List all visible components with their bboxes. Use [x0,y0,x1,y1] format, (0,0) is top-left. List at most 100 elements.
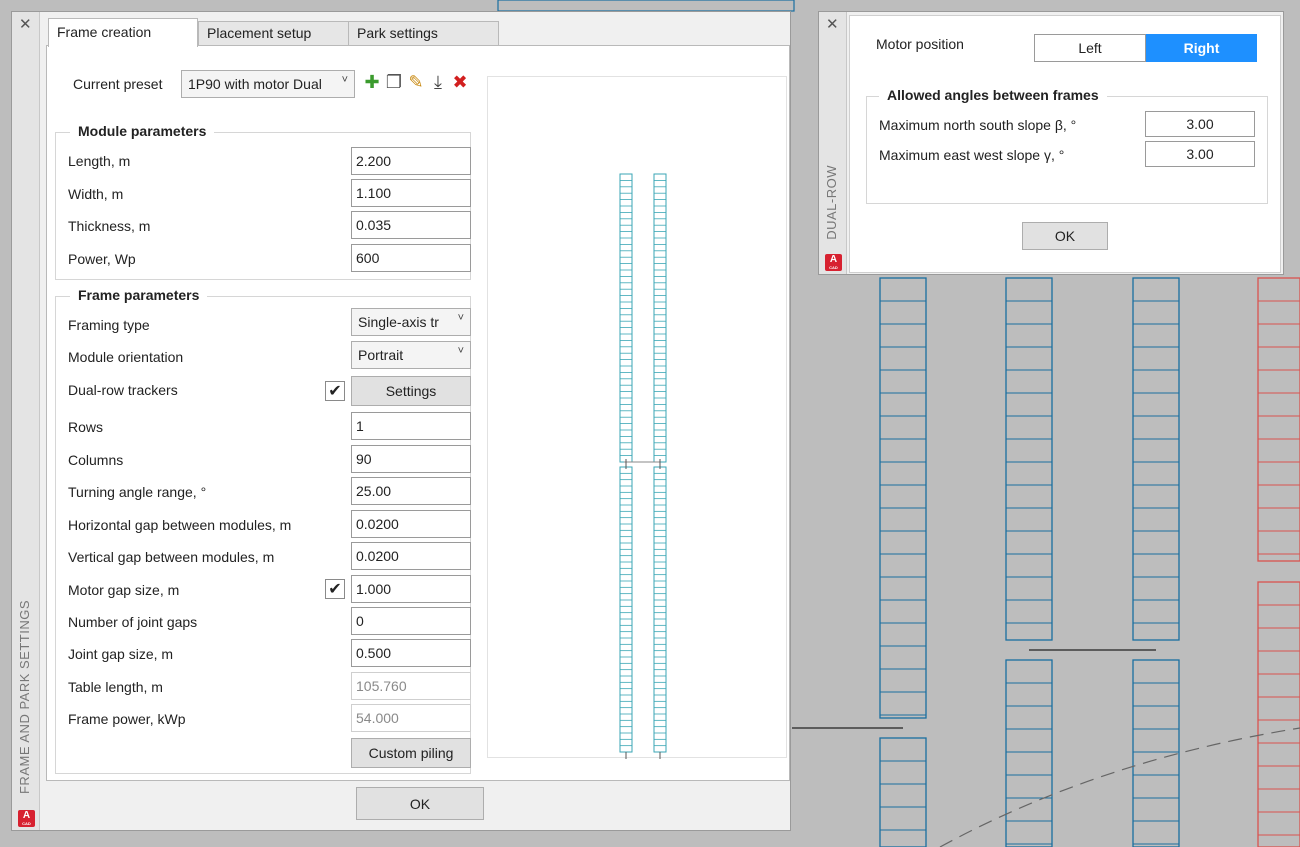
autocad-logo-icon: A CAD [18,810,35,827]
dual-row-palette: ✕ DUAL-ROW A CAD Motor position Left Rig… [818,11,1284,275]
motor-gap-checkbox[interactable]: ✔ [325,579,345,599]
checkmark-icon: ✔ [328,579,342,598]
add-icon[interactable]: ✚ [363,72,381,93]
palette-content: Frame creation Placement setup Park sett… [42,12,790,830]
rows-field[interactable]: 1 [351,412,471,440]
settings-button[interactable]: Settings [351,376,471,406]
motor-position-label: Motor position [876,36,964,52]
frame-parameters-group: Frame parameters Framing type Single-axi… [55,287,471,774]
preview-module-column [653,173,667,463]
module-parameters-title: Module parameters [70,123,215,139]
preview-module-column [653,466,667,753]
turning-angle-label: Turning angle range, ° [68,484,207,500]
tracker-column [1005,659,1053,847]
preview-module-column [619,173,633,463]
tracker-column [1005,277,1053,641]
module-orientation-label: Module orientation [68,349,184,365]
turning-angle-field[interactable]: 25.00 [351,477,471,505]
table-length-label: Table length, m [68,679,163,695]
chevron-down-icon: ˅ [341,74,348,86]
tracker-column [879,737,927,847]
module-orientation-select[interactable]: Portrait ˅ [351,341,471,369]
tracker-column [1132,277,1180,641]
download-icon[interactable]: ⤓ [429,72,447,93]
close-icon[interactable]: ✕ [19,15,32,33]
frame-and-park-settings-palette: ✕ FRAME AND PARK SETTINGS A CAD Frame cr… [11,11,791,831]
tab-frame-creation[interactable]: Frame creation [48,18,198,47]
tracker-column-red [1257,581,1300,847]
module-orientation-value: Portrait [358,347,404,363]
frame-preview-drawing [619,173,667,765]
preset-select[interactable]: 1P90 with motor Dual ˅ [181,70,355,98]
ew-slope-label: Maximum east west slope γ, ° [879,147,1065,163]
framing-type-select[interactable]: Single-axis tr ˅ [351,308,471,336]
allowed-angles-title: Allowed angles between frames [879,87,1107,103]
frame-power-label: Frame power, kWp [68,711,186,727]
table-length-field: 105.760 [351,672,471,700]
columns-field[interactable]: 90 [351,445,471,473]
width-label: Width, m [68,186,124,202]
vertical-gap-label: Vertical gap between modules, m [68,549,275,565]
dual-row-content: Motor position Left Right Allowed angles… [849,15,1281,273]
frame-preview [487,76,787,765]
allowed-angles-group: Allowed angles between frames Maximum no… [866,87,1268,204]
logo-letter: A [22,810,31,821]
frame-creation-panel: Current preset 1P90 with motor Dual ˅ ✚ … [46,45,790,781]
module-parameters-group: Module parameters Length, m 2.200 Width,… [55,123,471,280]
preset-label: Current preset [73,76,163,92]
preview-module-column [619,466,633,753]
preset-toolbar: ✚ ❐ ✎ ⤓ ✖ [363,72,469,93]
tracker-edge [497,0,795,12]
palette-side-strip: ✕ FRAME AND PARK SETTINGS A CAD [12,12,40,830]
framing-type-label: Framing type [68,317,150,333]
custom-piling-button[interactable]: Custom piling [351,738,471,768]
length-field[interactable]: 2.200 [351,147,471,175]
joint-gap-size-label: Joint gap size, m [68,646,174,662]
tab-park-settings[interactable]: Park settings [348,21,499,46]
joint-gap-size-field[interactable]: 0.500 [351,639,471,667]
dual-row-title: DUAL-ROW [824,165,839,240]
ns-slope-label: Maximum north south slope β, ° [879,117,1077,133]
ew-slope-field[interactable]: 3.00 [1145,141,1255,167]
thickness-field[interactable]: 0.035 [351,211,471,239]
preset-value: 1P90 with motor Dual [188,76,322,92]
framing-type-value: Single-axis tr [358,314,439,330]
checkmark-icon: ✔ [328,381,342,400]
chevron-down-icon: ˅ [457,312,464,324]
logo-sub: CAD [829,265,838,270]
delete-icon[interactable]: ✖ [451,72,469,93]
power-field[interactable]: 600 [351,244,471,272]
tab-placement-setup[interactable]: Placement setup [198,21,349,46]
horizontal-gap-field[interactable]: 0.0200 [351,510,471,538]
thickness-label: Thickness, m [68,218,151,234]
boundary-line [939,727,1300,847]
tracker-column-red [1257,277,1300,562]
dual-row-ok-button[interactable]: OK [1022,222,1108,250]
ns-slope-field[interactable]: 3.00 [1145,111,1255,137]
motor-right-button[interactable]: Right [1146,34,1257,62]
logo-sub: CAD [22,821,31,826]
joint-gaps-field[interactable]: 0 [351,607,471,635]
joint-gaps-label: Number of joint gaps [68,614,198,630]
rows-label: Rows [68,419,104,435]
chevron-down-icon: ˅ [457,345,464,357]
motor-left-button[interactable]: Left [1034,34,1146,62]
columns-label: Columns [68,452,124,468]
copy-icon[interactable]: ❐ [385,72,403,93]
close-icon[interactable]: ✕ [826,15,839,33]
horizontal-gap-label: Horizontal gap between modules, m [68,517,292,533]
palette-title: FRAME AND PARK SETTINGS [17,599,32,794]
length-label: Length, m [68,153,131,169]
dual-row-side-strip: ✕ DUAL-ROW A CAD [819,12,847,274]
motor-gap-label: Motor gap size, m [68,582,180,598]
motor-gap-field[interactable]: 1.000 [351,575,471,603]
tracker-column [1132,659,1180,847]
vertical-gap-field[interactable]: 0.0200 [351,542,471,570]
dual-row-label: Dual-row trackers [68,382,178,398]
ok-button[interactable]: OK [356,787,484,820]
edit-icon[interactable]: ✎ [407,72,425,93]
dual-row-checkbox[interactable]: ✔ [325,381,345,401]
frame-power-field: 54.000 [351,704,471,732]
logo-letter: A [829,254,838,265]
width-field[interactable]: 1.100 [351,179,471,207]
